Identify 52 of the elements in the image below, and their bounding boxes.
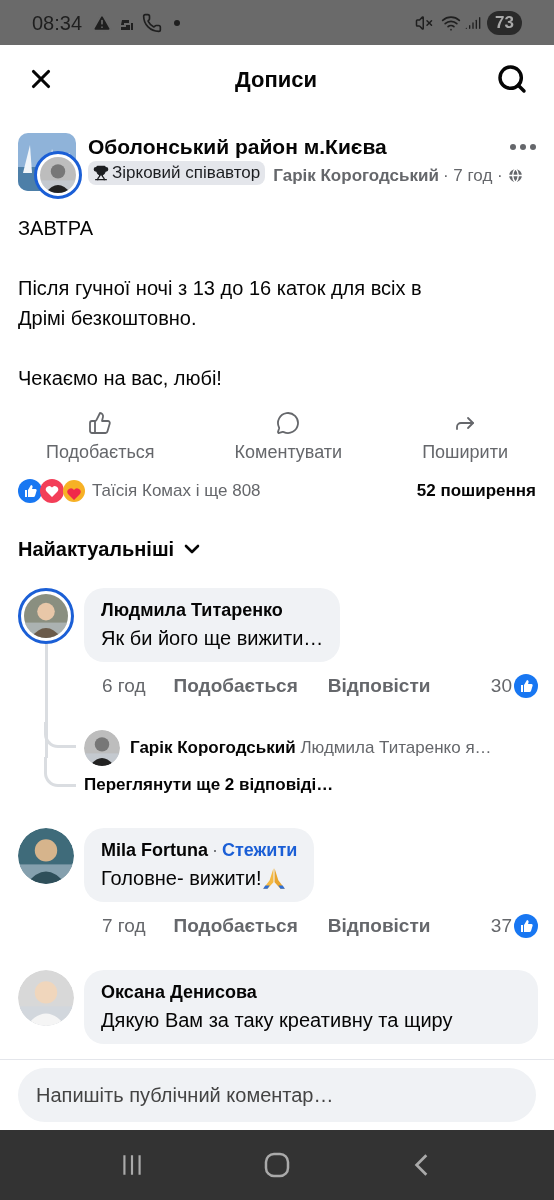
like-button[interactable]: Подобається bbox=[34, 411, 167, 466]
thread-connector bbox=[44, 722, 76, 748]
group-name[interactable]: Оболонський район м.Києва bbox=[88, 133, 502, 161]
comment-text: Як би його ще вижити… bbox=[101, 625, 324, 651]
sort-dropdown[interactable]: Найактуальніші bbox=[18, 533, 205, 564]
comment-text: Головне- вижити! bbox=[101, 865, 262, 891]
comment-icon bbox=[276, 411, 301, 435]
like-link[interactable]: Подобається bbox=[173, 911, 298, 940]
post-text: ЗАВТРА bbox=[18, 216, 94, 241]
author-name[interactable]: Гарік Корогодський bbox=[273, 166, 439, 185]
reactions-summary[interactable]: Таїсія Комах і ще 808 bbox=[92, 478, 417, 504]
care-reaction-icon bbox=[62, 478, 86, 503]
comment-button[interactable]: Коментувати bbox=[222, 411, 355, 466]
reply-preview[interactable]: Гарік Корогодський Людмила Титаренко я… bbox=[130, 735, 492, 761]
follow-link[interactable]: Стежити bbox=[222, 836, 298, 863]
share-button[interactable]: Поширити bbox=[410, 411, 520, 466]
post-time: · 7 год · bbox=[442, 166, 503, 185]
battery-indicator: 73 bbox=[487, 10, 522, 35]
more-icon bbox=[510, 144, 536, 150]
like-reaction-icon bbox=[514, 913, 538, 938]
home-icon[interactable] bbox=[264, 1152, 290, 1178]
globe-icon bbox=[506, 167, 524, 184]
signal-icon bbox=[465, 14, 482, 31]
commenter-name[interactable]: Оксана Денисова bbox=[101, 982, 257, 1002]
search-button[interactable] bbox=[496, 63, 528, 95]
like-link[interactable]: Подобається bbox=[173, 671, 298, 700]
like-count: 37 bbox=[490, 913, 512, 938]
like-reaction-icon bbox=[514, 673, 538, 698]
heart-reaction-icon bbox=[40, 478, 64, 503]
page-title: Дописи bbox=[235, 65, 317, 94]
trophy-icon bbox=[93, 165, 109, 181]
comment-time: 7 год bbox=[102, 913, 146, 938]
comment-text: Дякую Вам за таку креативну та щиру bbox=[101, 1008, 453, 1033]
more-replies-link[interactable]: Переглянути ще 2 відповіді… bbox=[84, 772, 334, 798]
reply-link[interactable]: Відповісти bbox=[327, 671, 431, 700]
comment-input[interactable]: Напишіть публічний коментар… bbox=[18, 1068, 536, 1122]
mute-icon bbox=[415, 13, 434, 32]
post-text: Після гучної ночі з 13 до 16 каток для всіх в Дрімі безкоштовно. bbox=[18, 276, 423, 331]
separator: · bbox=[212, 839, 218, 860]
thread-connector bbox=[44, 756, 76, 787]
search-icon bbox=[496, 63, 528, 95]
contributor-badge: Зірковий співавтор bbox=[88, 161, 266, 185]
clock: 08:34 bbox=[32, 10, 83, 36]
shares-count[interactable]: 52 поширення bbox=[416, 478, 536, 504]
reply-link[interactable]: Відповісти bbox=[327, 911, 431, 940]
commenter-name[interactable]: Mila Fortuna bbox=[101, 839, 208, 860]
commenter-name[interactable]: Людмила Титаренко bbox=[101, 599, 283, 620]
comment-time: 6 год bbox=[102, 673, 146, 698]
like-count: 30 bbox=[490, 673, 512, 698]
post-text: Чекаємо на вас, любі! bbox=[18, 366, 223, 391]
like-icon bbox=[88, 411, 113, 435]
like-reaction-icon bbox=[18, 478, 42, 503]
